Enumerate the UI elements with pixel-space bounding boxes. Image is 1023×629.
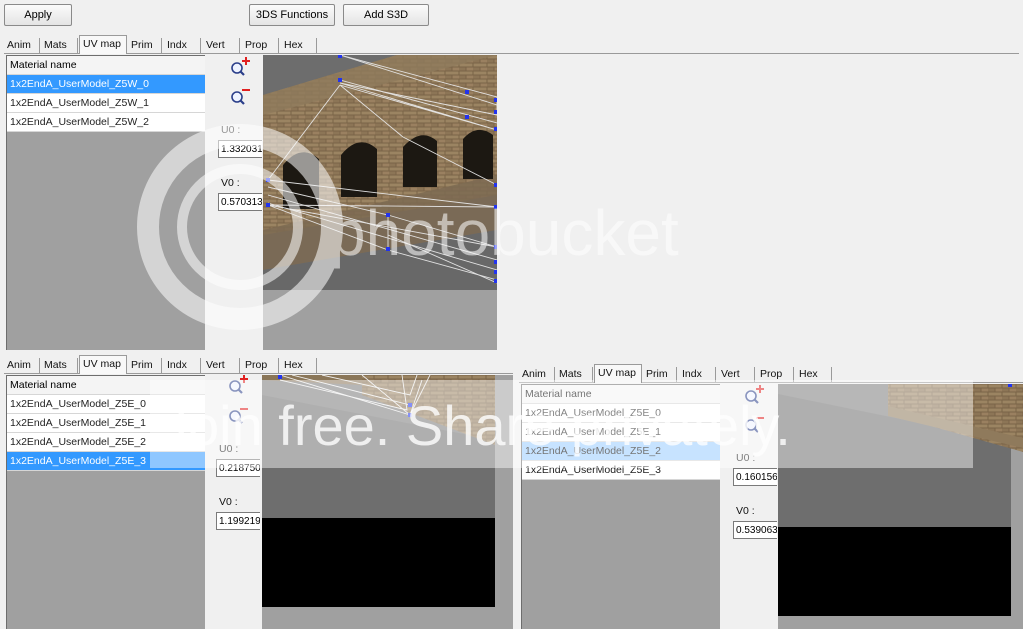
uv-texture-preview	[263, 55, 497, 290]
list-item[interactable]: 1x2EndA_UserModel_Z5E_3	[7, 452, 205, 471]
tab-hex[interactable]: Hex	[796, 367, 832, 382]
tab-prop[interactable]: Prop	[242, 38, 279, 53]
list-item[interactable]: 1x2EndA_UserModel_Z5E_3	[522, 461, 720, 480]
zoom-in-icon[interactable]	[227, 375, 249, 397]
tab-hex[interactable]: Hex	[281, 38, 317, 53]
u0-field[interactable]	[218, 140, 262, 158]
list-item[interactable]: 1x2EndA_UserModel_Z5E_0	[7, 395, 205, 414]
tab-strip: Anim Mats UV map Prim Indx Vert Prop Hex	[519, 364, 1023, 383]
tab-mats[interactable]: Mats	[556, 367, 593, 382]
tab-vert[interactable]: Vert	[203, 38, 240, 53]
tab-prop[interactable]: Prop	[757, 367, 794, 382]
v0-field[interactable]	[216, 512, 260, 530]
list-item[interactable]: 1x2EndA_UserModel_Z5E_1	[522, 423, 720, 442]
zoom-out-icon[interactable]	[227, 405, 249, 427]
tab-anim[interactable]: Anim	[519, 367, 555, 382]
list-item[interactable]: 1x2EndA_UserModel_Z5E_1	[7, 414, 205, 433]
uv-controls: U0 : V0 :	[720, 384, 777, 629]
v0-label: V0 :	[736, 505, 755, 517]
v0-label: V0 :	[219, 496, 238, 508]
tab-indx[interactable]: Indx	[164, 38, 201, 53]
u0-field[interactable]	[733, 468, 777, 486]
tab-anim[interactable]: Anim	[4, 358, 40, 373]
tab-prim[interactable]: Prim	[643, 367, 677, 382]
tab-uv-map[interactable]: UV map	[594, 364, 642, 383]
apply-button[interactable]: Apply	[4, 4, 72, 26]
uv-texture-preview	[262, 375, 495, 607]
3ds-functions-button[interactable]: 3DS Functions	[249, 4, 335, 26]
list-item[interactable]: 1x2EndA_UserModel_Z5E_2	[522, 442, 720, 461]
tab-divider	[4, 53, 1019, 54]
tab-uv-map[interactable]: UV map	[79, 35, 127, 54]
tab-vert[interactable]: Vert	[203, 358, 240, 373]
tab-hex[interactable]: Hex	[281, 358, 317, 373]
uv-texture-preview	[778, 384, 1023, 616]
v0-field[interactable]	[733, 521, 777, 539]
tab-prim[interactable]: Prim	[128, 358, 162, 373]
u0-label: U0 :	[736, 452, 756, 464]
v0-label: V0 :	[221, 177, 240, 189]
uv-panel-bottom-left: Anim Mats UV map Prim Indx Vert Prop Hex…	[4, 355, 513, 629]
zoom-in-icon[interactable]	[743, 385, 765, 407]
tab-uv-map[interactable]: UV map	[79, 355, 127, 374]
list-item[interactable]: 1x2EndA_UserModel_Z5W_1	[7, 94, 205, 113]
list-item[interactable]: 1x2EndA_UserModel_Z5W_2	[7, 113, 205, 132]
zoom-out-icon[interactable]	[743, 414, 765, 436]
tab-mats[interactable]: Mats	[41, 38, 78, 53]
uv-viewport[interactable]	[263, 55, 497, 350]
zoom-out-icon[interactable]	[229, 86, 251, 108]
tab-strip: Anim Mats UV map Prim Indx Vert Prop Hex	[4, 35, 1019, 54]
list-item[interactable]: 1x2EndA_UserModel_Z5W_0	[7, 75, 205, 94]
list-header: Material name	[7, 376, 205, 395]
material-list[interactable]: Material name 1x2EndA_UserModel_Z5W_0 1x…	[6, 55, 205, 350]
tab-prim[interactable]: Prim	[128, 38, 162, 53]
uv-viewport[interactable]	[778, 384, 1023, 629]
list-item[interactable]: 1x2EndA_UserModel_Z5E_2	[7, 433, 205, 452]
list-header: Material name	[522, 385, 720, 404]
uv-viewport[interactable]	[262, 375, 513, 629]
tab-indx[interactable]: Indx	[164, 358, 201, 373]
tab-vert[interactable]: Vert	[718, 367, 755, 382]
uv-panel-bottom-right: Anim Mats UV map Prim Indx Vert Prop Hex…	[519, 364, 1023, 629]
material-list[interactable]: Material name 1x2EndA_UserModel_Z5E_0 1x…	[6, 375, 205, 629]
u0-field[interactable]	[216, 459, 260, 477]
tab-strip: Anim Mats UV map Prim Indx Vert Prop Hex	[4, 355, 513, 374]
tab-indx[interactable]: Indx	[679, 367, 716, 382]
zoom-in-icon[interactable]	[229, 57, 251, 79]
v0-field[interactable]	[218, 193, 262, 211]
tab-anim[interactable]: Anim	[4, 38, 40, 53]
material-list[interactable]: Material name 1x2EndA_UserModel_Z5E_0 1x…	[521, 384, 720, 629]
uv-panel-top: Anim Mats UV map Prim Indx Vert Prop Hex…	[4, 35, 1019, 350]
uv-controls: U0 : V0 :	[205, 55, 262, 350]
u0-label: U0 :	[221, 124, 241, 136]
uv-controls: U0 : V0 :	[205, 375, 262, 629]
tab-prop[interactable]: Prop	[242, 358, 279, 373]
list-header: Material name	[7, 56, 205, 75]
tab-mats[interactable]: Mats	[41, 358, 78, 373]
list-item[interactable]: 1x2EndA_UserModel_Z5E_0	[522, 404, 720, 423]
add-s3d-button[interactable]: Add S3D	[343, 4, 429, 26]
u0-label: U0 :	[219, 443, 239, 455]
